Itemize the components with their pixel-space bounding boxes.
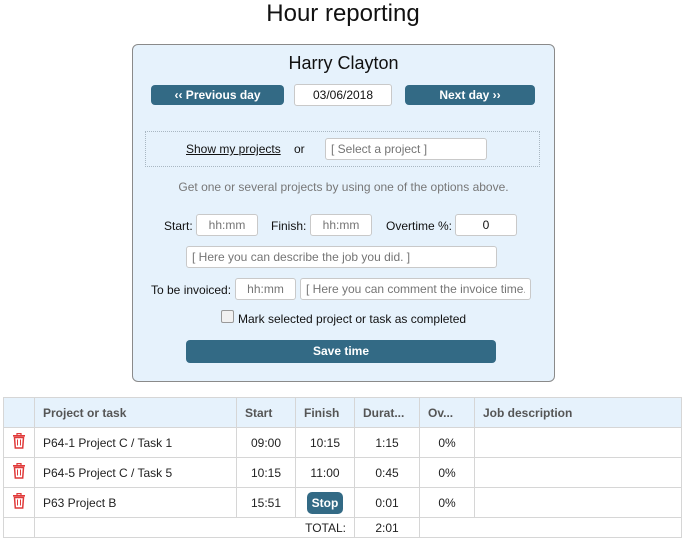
finish-cell: Stop (295, 487, 355, 518)
table-row: P64-5 Project C / Task 5 10:15 11:00 0:4… (3, 457, 682, 488)
finish-cell: 10:15 (295, 427, 355, 458)
show-my-projects-link[interactable]: Show my projects (186, 142, 281, 156)
header-project[interactable]: Project or task (34, 397, 237, 428)
description-cell (474, 457, 682, 488)
delete-cell (3, 427, 35, 458)
duration-cell: 0:45 (354, 457, 420, 488)
project-cell[interactable]: P63 Project B (34, 487, 237, 518)
header-duration[interactable]: Durat... (354, 397, 420, 428)
previous-day-button[interactable]: ‹‹ Previous day (151, 85, 284, 105)
description-cell (474, 427, 682, 458)
finish-time-input[interactable] (310, 214, 372, 236)
start-time-input[interactable] (196, 214, 258, 236)
hour-entry-panel: Harry Clayton ‹‹ Previous day Next day ›… (132, 44, 555, 382)
duration-cell: 1:15 (354, 427, 420, 458)
delete-cell (3, 487, 35, 518)
invoice-comment-input[interactable] (300, 278, 531, 300)
overtime-cell: 0% (419, 457, 475, 488)
header-finish[interactable]: Finish (295, 397, 355, 428)
page-title: Hour reporting (266, 0, 420, 27)
hint-text: Get one or several projects by using one… (178, 180, 509, 194)
duration-cell: 0:01 (354, 487, 420, 518)
header-start[interactable]: Start (236, 397, 296, 428)
trash-icon[interactable] (12, 433, 26, 449)
start-label: Start: (164, 219, 193, 233)
project-selection-area: Show my projects or (145, 131, 540, 167)
trash-icon[interactable] (12, 493, 26, 509)
project-cell[interactable]: P64-1 Project C / Task 1 (34, 427, 237, 458)
finish-label: Finish: (271, 219, 307, 233)
total-filler (419, 517, 682, 538)
start-cell: 09:00 (236, 427, 296, 458)
total-empty-cell (3, 517, 35, 538)
finish-cell: 11:00 (295, 457, 355, 488)
mark-completed-checkbox[interactable] (221, 310, 234, 323)
overtime-label: Overtime %: (386, 219, 453, 233)
total-value: 2:01 (354, 517, 420, 538)
start-cell: 15:51 (236, 487, 296, 518)
next-day-button[interactable]: Next day ›› (405, 85, 535, 105)
table-row: P64-1 Project C / Task 1 09:00 10:15 1:1… (3, 427, 682, 458)
mark-completed-label: Mark selected project or task as complet… (238, 312, 467, 326)
header-actions (3, 397, 35, 428)
table-header-row: Project or task Start Finish Durat... Ov… (3, 397, 682, 428)
total-label: TOTAL: (34, 517, 355, 538)
job-description-input[interactable] (186, 246, 497, 268)
save-time-button[interactable]: Save time (186, 340, 496, 363)
invoiced-time-input[interactable] (235, 278, 296, 300)
trash-icon[interactable] (12, 463, 26, 479)
overtime-cell: 0% (419, 487, 475, 518)
delete-cell (3, 457, 35, 488)
start-cell: 10:15 (236, 457, 296, 488)
header-job-description[interactable]: Job description (474, 397, 682, 428)
time-entries-table: Project or task Start Finish Durat... Ov… (3, 397, 682, 538)
or-text: or (294, 142, 305, 156)
header-overtime[interactable]: Ov... (419, 397, 475, 428)
table-row: P63 Project B 15:51 Stop 0:01 0% (3, 487, 682, 518)
stop-timer-button[interactable]: Stop (306, 491, 344, 514)
description-cell (474, 487, 682, 518)
total-row: TOTAL: 2:01 (3, 517, 682, 538)
date-input[interactable] (294, 84, 392, 106)
project-cell[interactable]: P64-5 Project C / Task 5 (34, 457, 237, 488)
overtime-cell: 0% (419, 427, 475, 458)
overtime-input[interactable] (455, 214, 517, 236)
to-be-invoiced-label: To be invoiced: (151, 283, 232, 297)
user-name: Harry Clayton (288, 53, 399, 73)
select-project-input[interactable] (325, 138, 487, 160)
